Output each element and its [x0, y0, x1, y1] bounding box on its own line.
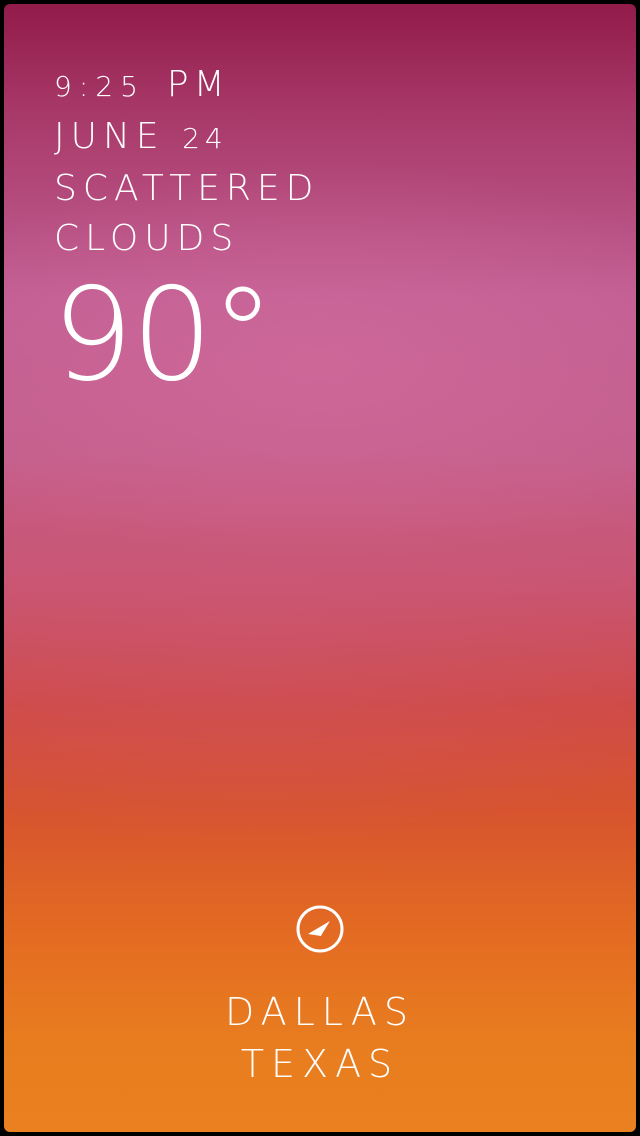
location-state: TEXAS — [240, 1042, 400, 1086]
weather-screen: 9:25 PM JUNE 24 SCATTERED CLOUDS 90° DAL… — [4, 4, 636, 1132]
location-arrow-icon[interactable] — [295, 904, 345, 954]
ampm-text: PM — [166, 64, 230, 105]
location-city: DALLAS — [225, 990, 415, 1034]
weather-info: 9:25 PM JUNE 24 SCATTERED CLOUDS — [54, 60, 319, 264]
date-row: JUNE 24 — [54, 112, 319, 164]
time-text: 9:25 — [54, 70, 145, 103]
date-day: 24 — [182, 122, 228, 155]
time-row: 9:25 PM — [54, 60, 319, 112]
date-month: JUNE — [54, 116, 165, 157]
location-label[interactable]: DALLAS TEXAS — [4, 986, 636, 1090]
temperature: 90° — [52, 261, 275, 410]
condition-line-2: CLOUDS — [54, 218, 240, 259]
condition-line-1: SCATTERED — [54, 168, 320, 209]
